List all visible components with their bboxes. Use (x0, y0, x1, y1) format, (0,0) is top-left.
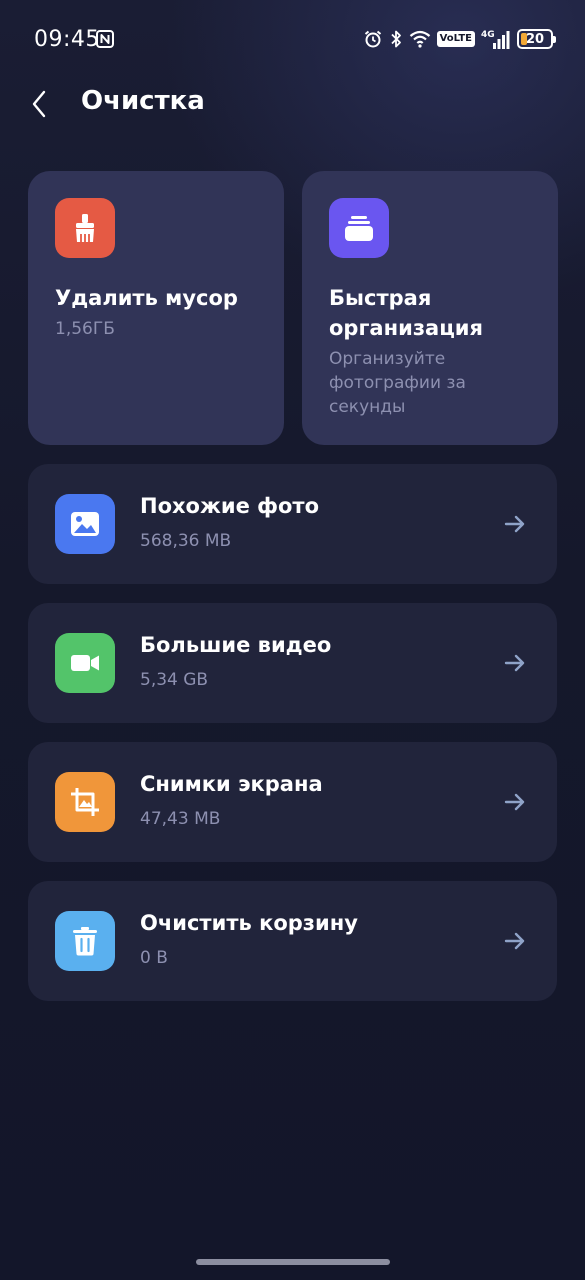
bluetooth-icon (390, 30, 401, 48)
arrow-right-icon (504, 932, 525, 950)
arrow-right-icon (504, 793, 525, 811)
stack-icon (329, 198, 389, 258)
list-item-size: 5,34 GB (140, 670, 209, 690)
tile-subtitle: 1,56ГБ (55, 319, 115, 339)
list-item-title: Большие видео (140, 633, 332, 657)
svg-text:4G: 4G (481, 30, 495, 40)
list-item-size: 47,43 MB (140, 809, 221, 829)
junk-cleanup-tile[interactable]: Удалить мусор 1,56ГБ (28, 171, 284, 445)
tile-title: Удалить мусор (55, 286, 238, 310)
list-item-title: Очистить корзину (140, 911, 358, 935)
broom-icon (55, 198, 115, 258)
list-item-title: Снимки экрана (140, 772, 323, 796)
list-item-large-videos[interactable]: Большие видео 5,34 GB (28, 603, 557, 723)
status-bar: 09:45 VoLTE 4G 20 (0, 0, 585, 80)
page-title: Очистка (81, 86, 205, 116)
list-item-empty-trash[interactable]: Очистить корзину 0 B (28, 881, 557, 1001)
trash-icon (55, 911, 115, 971)
battery-percent: 20 (525, 31, 545, 47)
list-item-screenshots[interactable]: Снимки экрана 47,43 MB (28, 742, 557, 862)
list-item-title: Похожие фото (140, 494, 320, 518)
volte-icon: VoLTE (436, 31, 475, 47)
crop-screenshot-icon (55, 772, 115, 832)
arrow-right-icon (504, 654, 525, 672)
chevron-left-icon (32, 90, 46, 118)
arrow-right-icon (504, 515, 525, 533)
tile-subtitle: Организуйте фотографии за секунды (329, 349, 466, 417)
signal-icon: 4G (481, 30, 510, 49)
list-item-similar-photos[interactable]: Похожие фото 568,36 MB (28, 464, 557, 584)
image-icon (55, 494, 115, 554)
alarm-icon (364, 30, 381, 48)
battery-icon: 20 (517, 29, 556, 49)
wifi-icon (409, 30, 430, 48)
list-item-size: 0 B (140, 948, 168, 968)
quick-organize-tile[interactable]: Быстрая организация Организуйте фотограф… (302, 171, 558, 445)
video-camera-icon (55, 633, 115, 693)
status-icons: VoLTE 4G 20 (363, 26, 556, 52)
tile-title: Быстрая организация (329, 286, 483, 340)
back-button[interactable] (22, 84, 56, 124)
app-header: Очистка (0, 80, 585, 130)
home-indicator[interactable] (196, 1259, 390, 1265)
list-item-size: 568,36 MB (140, 531, 232, 551)
nfc-icon (96, 30, 114, 48)
status-time: 09:45 (34, 27, 100, 52)
